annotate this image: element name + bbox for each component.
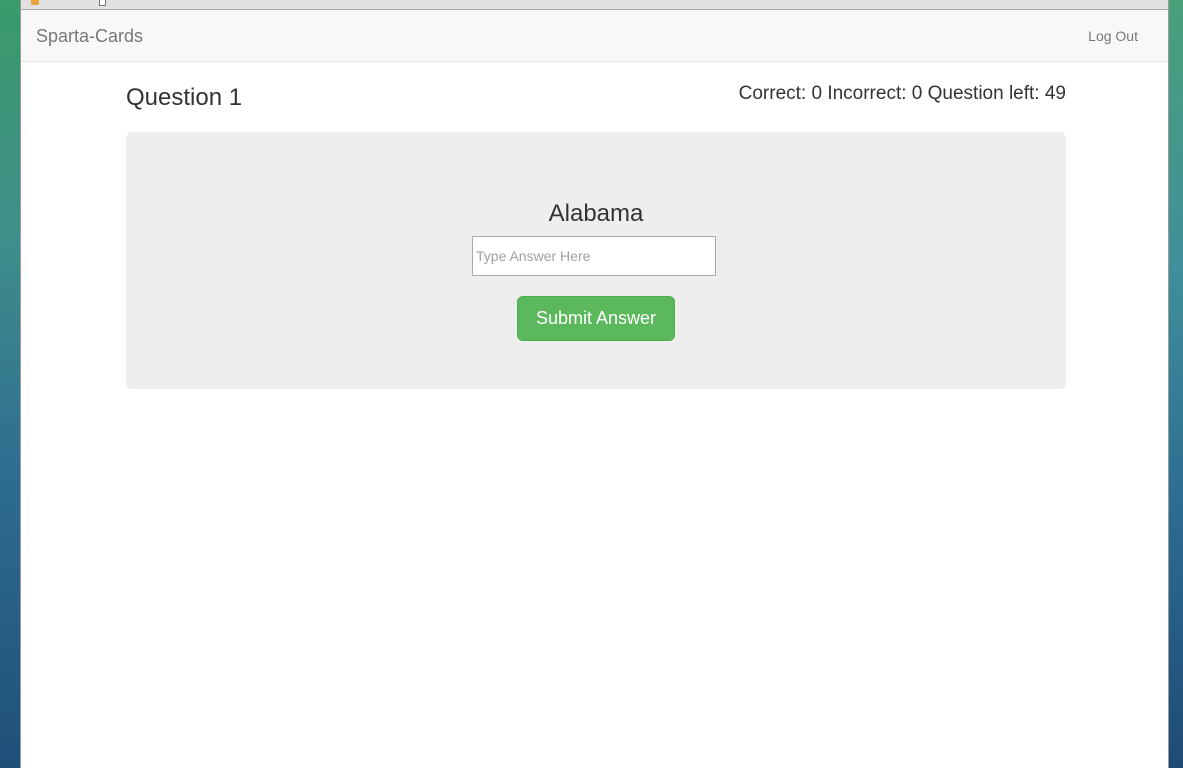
submit-answer-button[interactable]: Submit Answer	[517, 296, 675, 341]
apps-icon[interactable]	[31, 0, 39, 5]
bookmarks-bar	[21, 0, 1168, 10]
desktop-wallpaper-right	[1169, 0, 1183, 768]
flashcard: Alabama Submit Answer	[126, 132, 1066, 389]
logout-link[interactable]: Log Out	[1088, 28, 1138, 44]
browser-window: Sparta-Cards Log Out Question 1 Correct:…	[20, 0, 1169, 768]
page-bookmark-icon[interactable]	[99, 0, 106, 6]
desktop-wallpaper-left	[0, 0, 20, 768]
question-title: Question 1	[126, 84, 243, 111]
score-summary: Correct: 0 Incorrect: 0 Question left: 4…	[738, 83, 1066, 104]
answer-input[interactable]	[472, 236, 716, 276]
navbar: Sparta-Cards Log Out	[21, 10, 1168, 62]
brand-link[interactable]: Sparta-Cards	[36, 26, 143, 47]
card-prompt: Alabama	[548, 200, 644, 227]
